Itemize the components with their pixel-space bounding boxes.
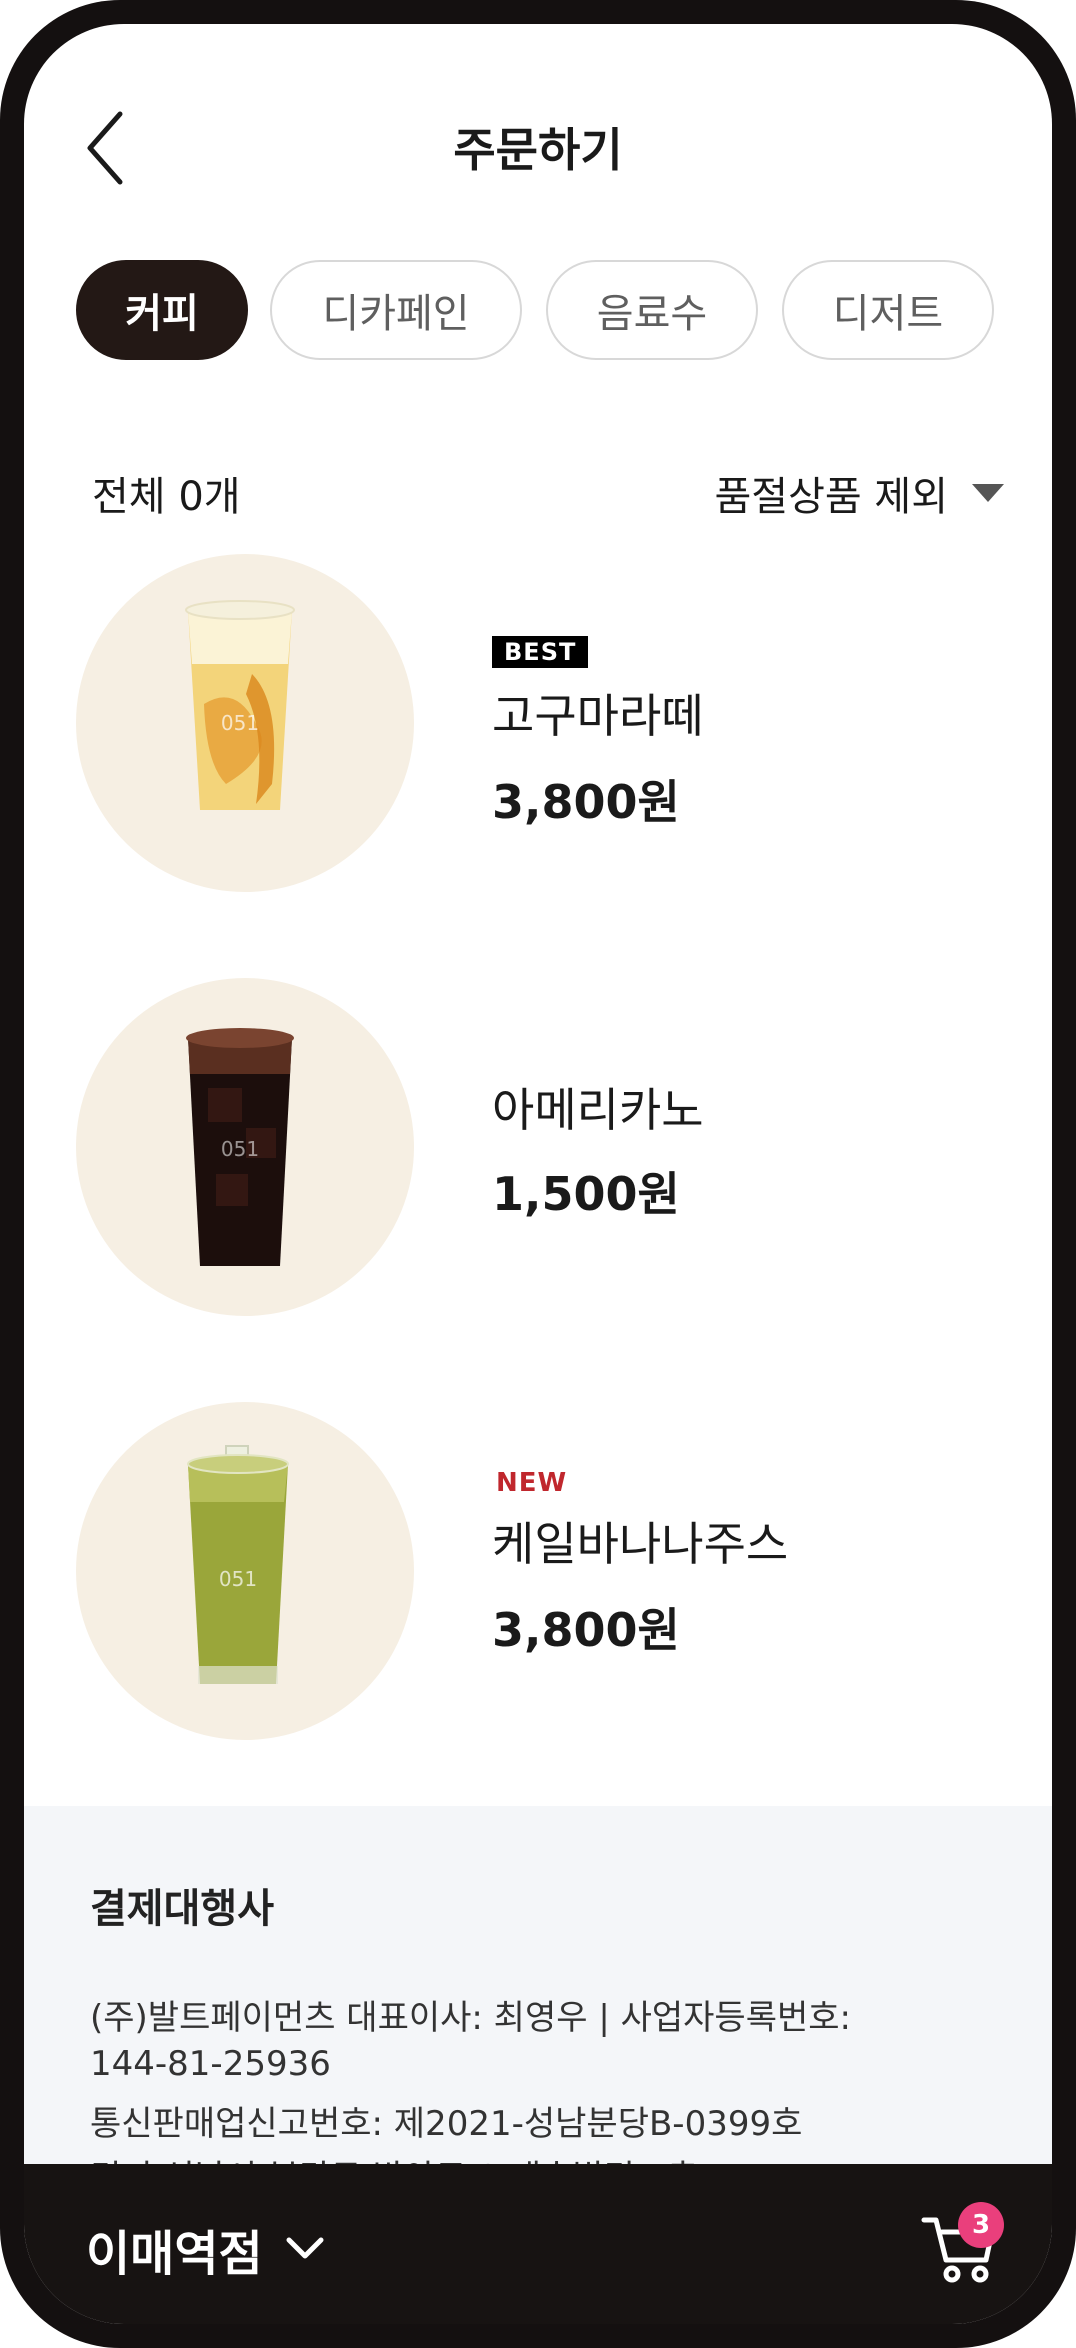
tab-dessert[interactable]: 디저트	[782, 260, 994, 360]
product-item[interactable]: 051 NEW 케일바나나주스 3,800원	[24, 1402, 1052, 1742]
product-name: 고구마라떼	[492, 689, 704, 743]
svg-text:051: 051	[221, 1137, 259, 1161]
app-screen: 주문하기 커피 디카페인 음료수 디저트 전체 0개 품절상품 제외 051 B…	[24, 24, 1052, 2324]
app-header: 주문하기	[24, 64, 1052, 224]
tab-coffee[interactable]: 커피	[76, 260, 248, 360]
product-name: 아메리카노	[492, 1083, 704, 1137]
svg-text:051: 051	[219, 1567, 257, 1591]
product-image: 051	[76, 978, 414, 1316]
chevron-down-icon	[286, 2237, 324, 2259]
sort-label: 품절상품 제외	[714, 474, 948, 520]
tab-decaf[interactable]: 디카페인	[270, 260, 522, 360]
category-tabs: 커피 디카페인 음료수 디저트	[24, 260, 1052, 364]
caret-down-icon	[972, 484, 1004, 502]
company-info-line: 144-81-25936	[90, 2044, 331, 2084]
americano-cup-image: 051	[186, 1028, 294, 1266]
tab-beverage[interactable]: 음료수	[546, 260, 758, 360]
company-info-line: (주)발트페이먼츠 대표이사: 최영우 | 사업자등록번호:	[90, 1998, 852, 2038]
bottom-bar: 이매역점 3	[24, 2164, 1052, 2324]
product-price: 3,800원	[492, 775, 680, 829]
company-info-title: 결제대행사	[90, 1886, 274, 1932]
product-image: 051	[76, 1402, 414, 1740]
best-badge: BEST	[492, 636, 589, 668]
product-name: 케일바나나주스	[492, 1517, 789, 1571]
item-count: 전체 0개	[92, 474, 241, 520]
company-info-line: 통신판매업신고번호: 제2021-성남분당B-0399호	[90, 2104, 803, 2144]
cart-count-badge: 3	[958, 2202, 1004, 2248]
product-item[interactable]: 051 아메리카노 1,500원	[24, 978, 1052, 1318]
sort-dropdown[interactable]: 품절상품 제외	[714, 464, 1004, 522]
product-item[interactable]: 051 BEST 고구마라떼 3,800원	[24, 554, 1052, 894]
store-selector[interactable]: 이매역점	[86, 2214, 325, 2284]
product-image: 051	[76, 554, 414, 892]
filter-bar: 전체 0개 품절상품 제외	[24, 464, 1052, 524]
device-frame: 주문하기 커피 디카페인 음료수 디저트 전체 0개 품절상품 제외 051 B…	[0, 0, 1076, 2348]
page-title: 주문하기	[453, 123, 623, 177]
store-name: 이매역점	[86, 2226, 263, 2282]
svg-text:051: 051	[221, 711, 259, 735]
new-badge: NEW	[496, 1468, 568, 1498]
latte-cup-image: 051	[185, 600, 295, 810]
product-price: 1,500원	[492, 1167, 680, 1221]
product-price: 3,800원	[492, 1603, 680, 1657]
kale-juice-cup-image: 051	[187, 1445, 289, 1684]
company-info: 결제대행사 (주)발트페이먼츠 대표이사: 최영우 | 사업자등록번호: 144…	[24, 1806, 1052, 2226]
